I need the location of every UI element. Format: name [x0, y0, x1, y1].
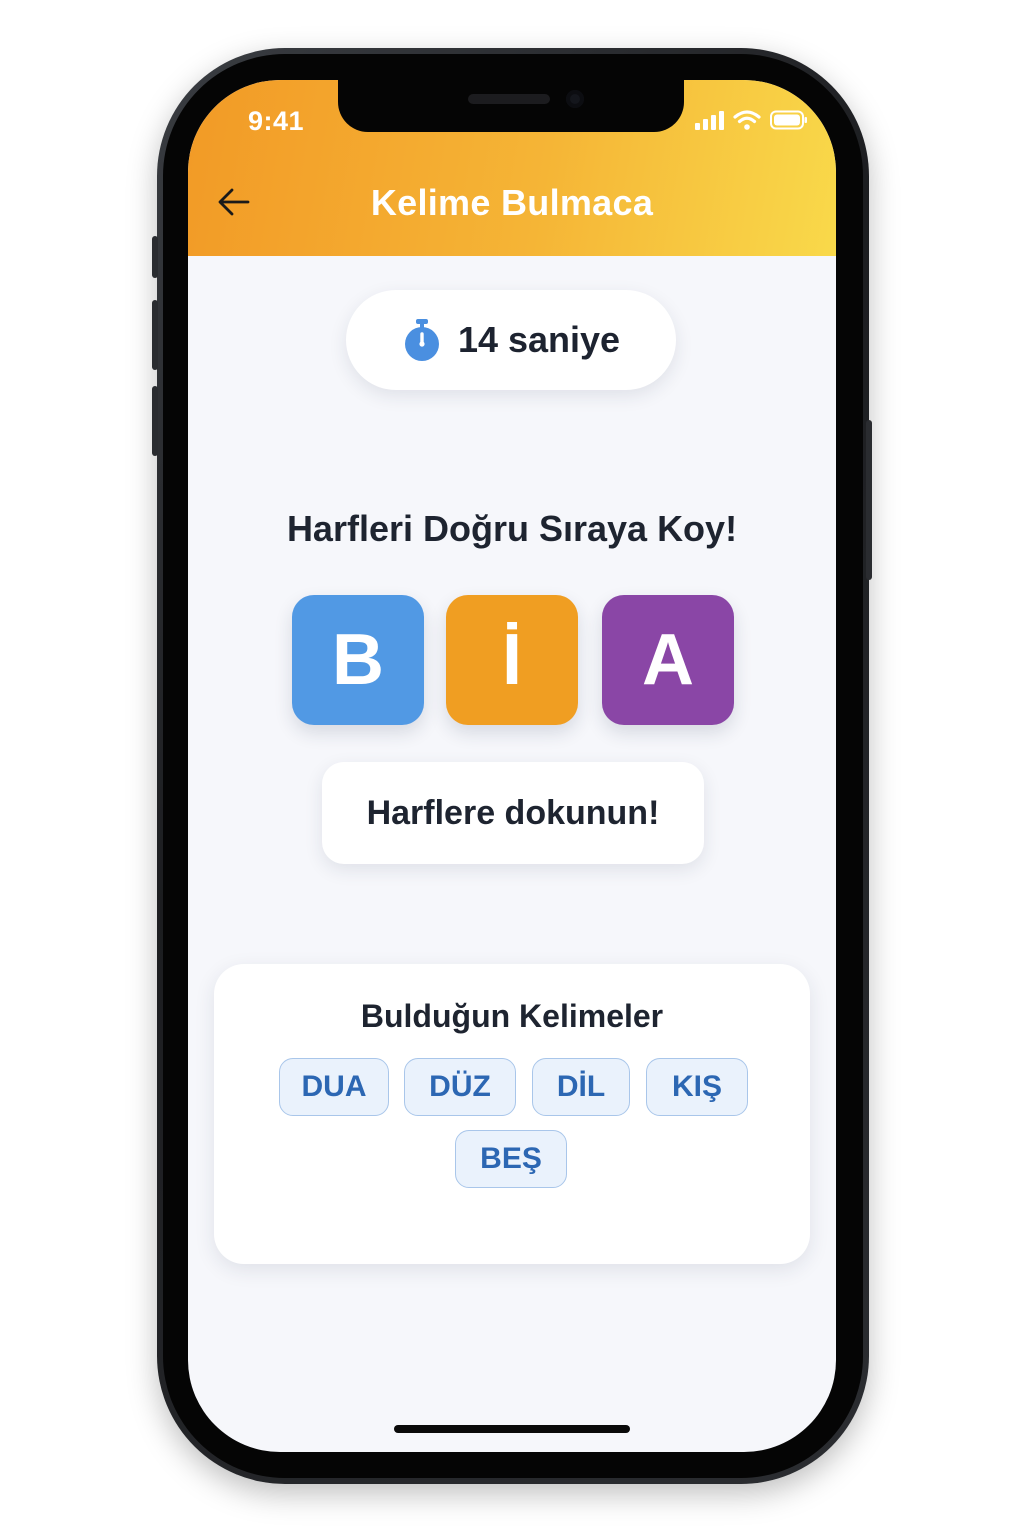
- hint-text: Harflere dokunun!: [366, 793, 660, 832]
- word-chip-4-label: KIŞ: [671, 1070, 722, 1103]
- app-screen: 9:41 Kelime Bulmaca 14 saniye Harfleri D…: [188, 80, 836, 1452]
- status-icons: [694, 110, 808, 135]
- hint-card: Harflere dokunun!: [322, 762, 704, 864]
- home-indicator[interactable]: [394, 1425, 630, 1433]
- page-title: Kelime Bulmaca: [370, 182, 654, 223]
- signal-icon: [694, 110, 724, 135]
- stage: 9:41 Kelime Bulmaca 14 saniye Harfleri D…: [0, 0, 1024, 1536]
- word-chip-4: KIŞ: [646, 1058, 748, 1116]
- wifi-icon: [733, 110, 761, 135]
- word-chip-1: DUA: [279, 1058, 389, 1116]
- letter-tile-3[interactable]: A: [602, 595, 734, 725]
- word-chip-5-label: BEŞ: [480, 1142, 542, 1175]
- letter-tile-1[interactable]: B: [292, 595, 424, 725]
- word-chip-3: DİL: [532, 1058, 630, 1116]
- found-words-card: Bulduğun Kelimeler DUA DÜZ DİL KIŞ BEŞ: [214, 964, 810, 1264]
- app-header: 9:41 Kelime Bulmaca: [188, 80, 836, 256]
- letter-tile-2[interactable]: İ: [446, 595, 578, 725]
- word-chip-5: BEŞ: [455, 1130, 567, 1188]
- side-button-left-3: [152, 386, 158, 456]
- word-chip-3-label: DİL: [556, 1070, 606, 1103]
- notch: [338, 80, 684, 132]
- stopwatch-icon: [404, 319, 439, 361]
- letter-tile-3-label: A: [642, 620, 694, 700]
- front-camera: [566, 90, 584, 108]
- side-button-right: [866, 420, 872, 580]
- battery-icon: [770, 110, 808, 135]
- letter-tile-2-label: İ: [501, 620, 522, 700]
- status-time: 9:41: [248, 106, 305, 136]
- timer-text: 14 saniye: [457, 319, 621, 360]
- speaker-grille: [468, 94, 550, 104]
- side-button-left-2: [152, 300, 158, 370]
- word-chip-1-label: DUA: [301, 1070, 367, 1103]
- letter-tile-1-label: B: [332, 620, 384, 700]
- timer-pill: 14 saniye: [346, 290, 676, 390]
- word-chip-2: DÜZ: [404, 1058, 516, 1116]
- found-words-title: Bulduğun Kelimeler: [360, 998, 664, 1034]
- letter-tiles: B İ A: [292, 595, 736, 725]
- side-button-left-1: [152, 236, 158, 278]
- word-chip-2-label: DÜZ: [429, 1070, 491, 1103]
- instruction-heading: Harfleri Doğru Sıraya Koy!: [286, 508, 738, 549]
